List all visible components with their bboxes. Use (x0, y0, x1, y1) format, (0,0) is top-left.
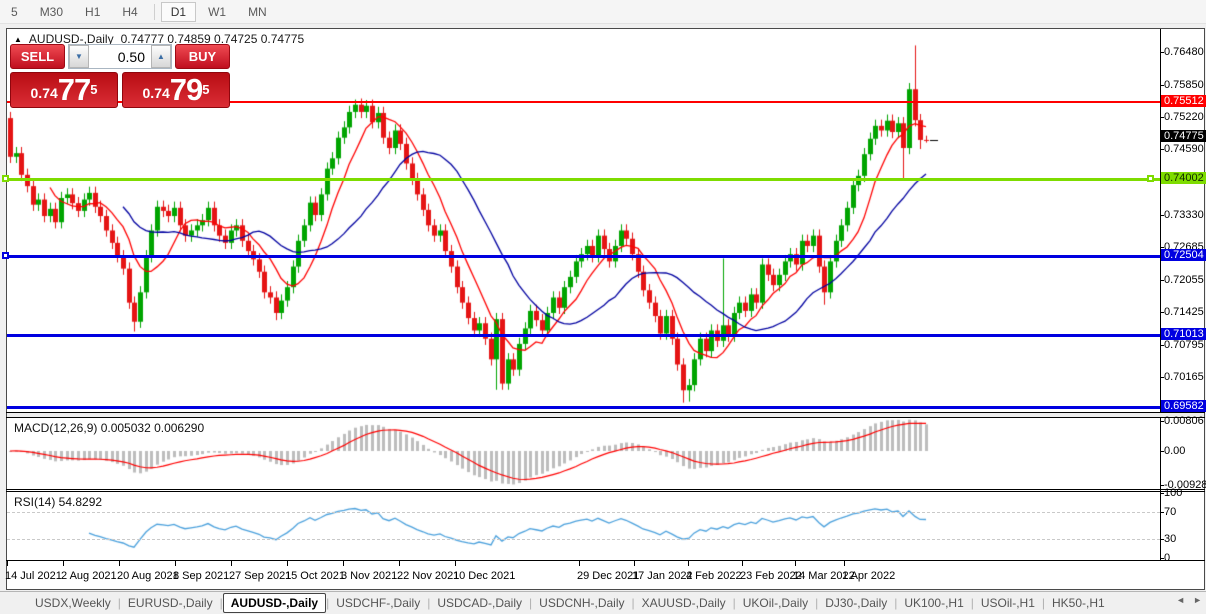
volume-input[interactable] (89, 45, 151, 68)
date-label: 8 Sep 2021 (173, 570, 230, 582)
support-line-1-marker[interactable] (2, 252, 9, 259)
date-label: 10 Dec 2021 (453, 570, 516, 582)
support3-price: 0.69582 (1161, 400, 1206, 412)
resistance-price: 0.75512 (1161, 95, 1206, 107)
rsi-label: RSI(14) 54.8292 (14, 495, 103, 509)
date-tick (175, 561, 176, 566)
rsi-tick-label: 100 (1164, 487, 1183, 499)
price-tick-label: 0.75220 (1164, 111, 1204, 123)
date-label: 3 Nov 2021 (341, 570, 398, 582)
support-line-2[interactable] (7, 334, 1160, 337)
support2-price: 0.71013 (1161, 328, 1206, 340)
green-level-line-marker[interactable] (2, 175, 9, 182)
date-label: 1 Apr 2022 (842, 570, 896, 582)
price-tick-label: 0.73330 (1164, 209, 1204, 221)
date-label: 22 Nov 2021 (397, 570, 460, 582)
date-label: 15 Oct 2021 (285, 570, 345, 582)
sell-button[interactable]: SELL (10, 44, 65, 69)
price-tick-label: 0.70165 (1164, 371, 1204, 383)
date-tick (688, 561, 689, 566)
buy-button[interactable]: BUY (175, 44, 230, 69)
green-level-line-marker[interactable] (1147, 175, 1154, 182)
price-axis-border (1160, 29, 1161, 561)
rsi-tick-label: 70 (1164, 506, 1177, 518)
date-tick (399, 561, 400, 566)
rsi-pane-top-border (6, 491, 1205, 492)
macd-rsi-separator[interactable] (6, 489, 1205, 490)
price-tick-label: 0.72055 (1164, 274, 1204, 286)
rsi-date-separator (6, 560, 1205, 561)
date-tick (844, 561, 845, 566)
sell-price-big: 77 (57, 72, 91, 107)
date-label: 29 Dec 2021 (577, 570, 640, 582)
rsi-level-line (7, 539, 1160, 540)
price-tick-label: 0.71425 (1164, 306, 1204, 318)
date-tick (231, 561, 232, 566)
support1-price: 0.72504 (1161, 249, 1206, 261)
buy-price-big: 79 (169, 72, 203, 107)
macd-tick-label: 0.00 (1164, 445, 1186, 457)
buy-price-small: 0.74 (142, 85, 170, 101)
current-price: 0.74775 (1161, 130, 1206, 142)
rsi-tick-label: 0 (1164, 552, 1171, 564)
buy-price-sup: 5 (202, 82, 210, 97)
volume-spinner: ▼ ▲ (68, 44, 172, 69)
one-click-trading-panel: SELL ▼ ▲ BUY 0.74 77 5 0.74 79 5 (10, 44, 230, 108)
expand-arrow-icon[interactable]: ▲ (14, 35, 22, 44)
volume-decrease-button[interactable]: ▼ (69, 45, 89, 68)
date-tick (63, 561, 64, 566)
green-level-line[interactable] (7, 178, 1160, 181)
macd-label: MACD(12,26,9) 0.005032 0.006290 (14, 421, 205, 435)
date-tick (119, 561, 120, 566)
date-tick (579, 561, 580, 566)
date-tick (795, 561, 796, 566)
macd-tick-label: 0.00806 (1164, 415, 1204, 427)
date-tick (742, 561, 743, 566)
sell-price-sup: 5 (90, 82, 98, 97)
price-tick-label: 0.75850 (1164, 79, 1204, 91)
support-line-3[interactable] (7, 406, 1160, 409)
date-tick (455, 561, 456, 566)
trading-app-window: 5M30H1H4D1W1MN ▲ AUDUSD-,Daily 0.74777 0… (0, 0, 1206, 614)
price-tick-label: 0.76480 (1164, 46, 1204, 58)
date-label: 17 Jan 2022 (632, 570, 693, 582)
rsi-level-line (7, 512, 1160, 513)
date-label: 2 Aug 2021 (61, 570, 117, 582)
price-tick-label: 0.74590 (1164, 143, 1204, 155)
date-label: 14 Jul 2021 (5, 570, 62, 582)
buy-price-box[interactable]: 0.74 79 5 (122, 72, 230, 108)
rsi-tick-label: 30 (1164, 533, 1177, 545)
date-tick (343, 561, 344, 566)
date-label: 27 Sep 2021 (229, 570, 292, 582)
date-label: 20 Aug 2021 (117, 570, 179, 582)
volume-increase-button[interactable]: ▲ (151, 45, 171, 68)
date-tick (7, 561, 8, 566)
price-tick-label: 0.70795 (1164, 339, 1204, 351)
support-line-1[interactable] (7, 255, 1160, 258)
sell-price-small: 0.74 (30, 85, 58, 101)
date-tick (287, 561, 288, 566)
sell-price-box[interactable]: 0.74 77 5 (10, 72, 118, 108)
green-level-price: 0.74002 (1161, 172, 1206, 184)
date-tick (634, 561, 635, 566)
macd-pane-top-border (6, 417, 1205, 418)
date-label: 4 Feb 2022 (686, 570, 742, 582)
